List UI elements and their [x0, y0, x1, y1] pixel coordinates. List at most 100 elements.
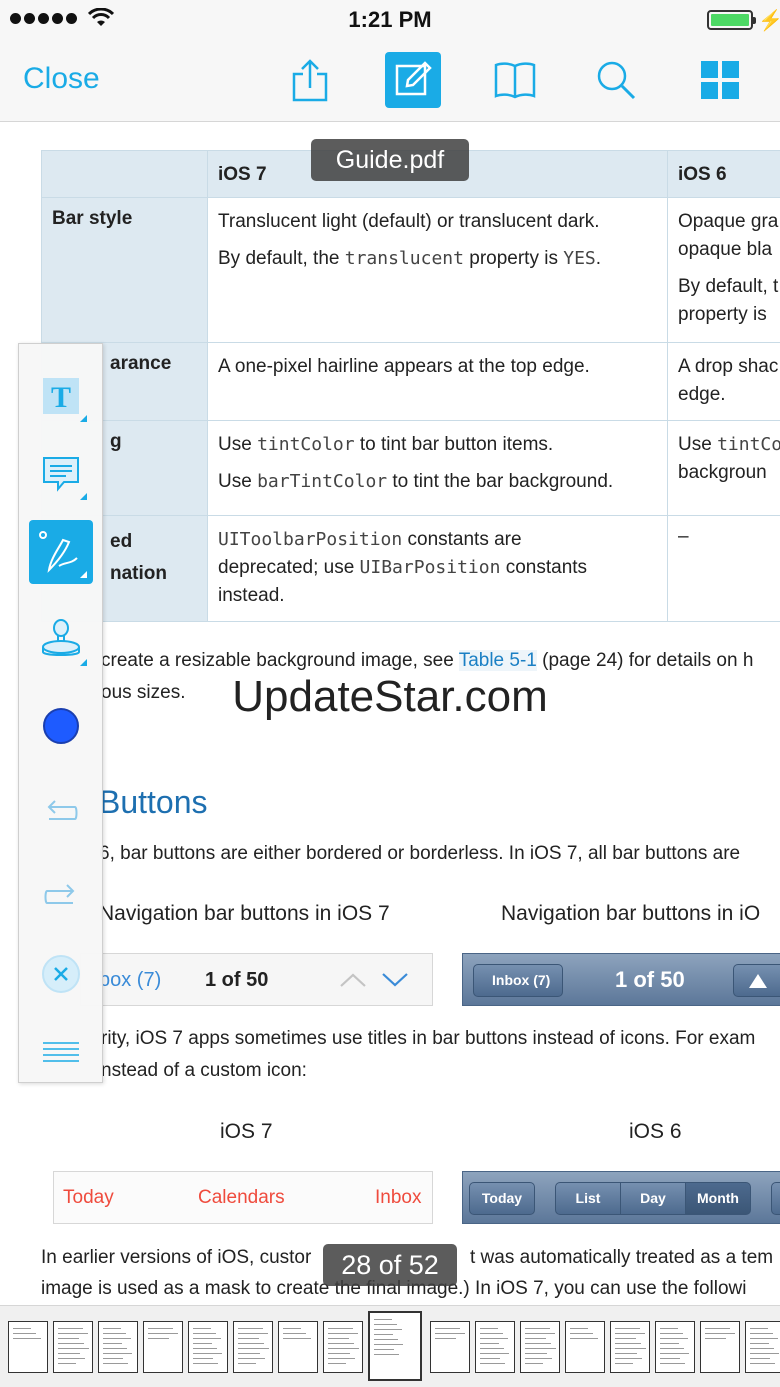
figure-caption: Navigation bar buttons in iOS 7: [99, 902, 390, 925]
segment-label: List: [555, 1182, 621, 1215]
toolbar: Close: [0, 40, 780, 122]
color-picker-button[interactable]: [29, 694, 93, 758]
page-thumbnail[interactable]: [655, 1321, 695, 1373]
figure-caption: iOS 6: [629, 1120, 682, 1143]
pen-tool-button[interactable]: [29, 520, 93, 584]
search-icon: [597, 61, 636, 100]
annotation-palette: T: [18, 343, 103, 1083]
figure-caption: Navigation bar buttons in iO: [501, 902, 761, 925]
stamp-tool-icon: [42, 619, 80, 656]
page-thumbnail[interactable]: [745, 1321, 780, 1373]
page-thumbnail[interactable]: [475, 1321, 515, 1373]
note-tool-icon: [43, 457, 79, 492]
ios6-navbar-figure: Inbox (7) 1 of 50: [462, 953, 780, 1006]
redo-icon: [44, 884, 75, 904]
segment-label: Day: [620, 1182, 686, 1215]
search-button[interactable]: [588, 52, 644, 108]
table-cell: Use tintColor to tint bar button items. …: [207, 420, 668, 516]
share-icon: [292, 59, 328, 102]
watermark: UpdateStar.com: [232, 672, 548, 721]
table-cell: UIToolbarPosition constants are deprecat…: [207, 515, 668, 622]
segment-label: Today: [63, 1187, 114, 1208]
section-heading: Buttons: [99, 784, 208, 820]
nav-up-segment: [733, 964, 780, 997]
ios7-navbar-figure: box (7) 1 of 50: [80, 953, 433, 1006]
comparison-table: iOS 7 iOS 6 Bar style Translucent light …: [41, 150, 780, 622]
undo-button[interactable]: [29, 776, 93, 840]
ios6-segment-figure: Today List Day Month: [462, 1171, 780, 1224]
body-paragraph: nstead of a custom icon:: [101, 1060, 307, 1081]
table-cell: A drop shac edge.: [667, 342, 780, 421]
current-page-thumbnail[interactable]: [368, 1311, 422, 1381]
redo-button[interactable]: [29, 860, 93, 924]
page-thumbnail[interactable]: [188, 1321, 228, 1373]
stamp-tool-button[interactable]: [29, 608, 93, 672]
body-paragraph: rity, iOS 7 apps sometimes use titles in…: [101, 1028, 756, 1049]
clear-annotations-button[interactable]: [29, 942, 93, 1006]
table-cell: –: [667, 515, 780, 622]
segment-label: Today: [469, 1182, 535, 1215]
chevron-up-icon: [340, 973, 366, 987]
segment-edge: [771, 1182, 780, 1215]
status-bar: 1:21 PM ⚡: [0, 0, 780, 40]
battery-icon: [707, 10, 756, 30]
figure-caption: iOS 7: [220, 1120, 273, 1143]
page-thumbnail[interactable]: [278, 1321, 318, 1373]
text-tool-icon: T: [43, 378, 79, 414]
page-thumbnail[interactable]: [98, 1321, 138, 1373]
page-thumbnail[interactable]: [520, 1321, 560, 1373]
table-link[interactable]: Table 5-1: [458, 650, 537, 671]
page-thumbnail[interactable]: [700, 1321, 740, 1373]
table-cell: Use tintCo backgroun: [667, 420, 780, 516]
page-indicator: 28 of 52: [323, 1244, 457, 1286]
page-thumbnail[interactable]: [565, 1321, 605, 1373]
close-button[interactable]: Close: [23, 62, 100, 96]
table-header-blank: [41, 150, 208, 198]
clock: 1:21 PM: [348, 7, 432, 32]
svg-text:T: T: [51, 381, 71, 414]
page-thumbnail[interactable]: [143, 1321, 183, 1373]
file-title-label: Guide.pdf: [311, 139, 469, 181]
page-thumbnail[interactable]: [610, 1321, 650, 1373]
pen-tool-icon: [39, 531, 78, 573]
ios7-segment-figure: Today Calendars Inbox: [53, 1171, 433, 1224]
triangle-up-icon: [749, 974, 767, 988]
book-icon: [494, 62, 536, 99]
nav-count-label: 1 of 50: [205, 969, 269, 991]
palette-menu-button[interactable]: [29, 1020, 93, 1084]
note-tool-button[interactable]: [29, 442, 93, 506]
grid-icon: [701, 61, 739, 99]
table-cell: A one-pixel hairline appears at the top …: [207, 342, 668, 421]
charging-icon: ⚡: [758, 10, 780, 32]
body-paragraph: In earlier versions of iOS, custor: [41, 1247, 312, 1268]
segment-label: Inbox: [375, 1187, 422, 1208]
row-label-bar-style: Bar style: [41, 197, 208, 343]
table-header-ios6: iOS 6: [667, 150, 780, 198]
annotate-button[interactable]: [385, 52, 441, 108]
table-cell: Translucent light (default) or transluce…: [207, 197, 668, 343]
nav-back-label: box (7): [99, 969, 162, 991]
nav-back-label: Inbox (7): [473, 964, 564, 997]
thumbnail-grid-button[interactable]: [692, 52, 748, 108]
reading-mode-button[interactable]: [487, 52, 543, 108]
undo-icon: [47, 800, 78, 820]
segment-label: Month: [685, 1182, 751, 1215]
segment-label: Calendars: [198, 1187, 285, 1208]
annotate-icon: [395, 61, 432, 96]
palette-menu-icon: [43, 1042, 79, 1062]
thumbnail-strip[interactable]: [0, 1305, 780, 1387]
clear-icon: [42, 955, 80, 993]
chevron-down-icon: [382, 973, 408, 987]
share-button[interactable]: [282, 52, 338, 108]
nav-count-label: 1 of 50: [615, 967, 685, 992]
page-thumbnail[interactable]: [430, 1321, 470, 1373]
page-thumbnail[interactable]: [8, 1321, 48, 1373]
table-cell: Opaque gra opaque bla By default, t prop…: [667, 197, 780, 343]
page-thumbnail[interactable]: [323, 1321, 363, 1373]
page-thumbnail[interactable]: [233, 1321, 273, 1373]
text-tool-button[interactable]: T: [29, 364, 93, 428]
body-paragraph: t was automatically treated as a tem: [470, 1247, 774, 1268]
color-swatch-icon: [43, 708, 79, 744]
body-paragraph: 6, bar buttons are either bordered or bo…: [99, 843, 741, 864]
page-thumbnail[interactable]: [53, 1321, 93, 1373]
